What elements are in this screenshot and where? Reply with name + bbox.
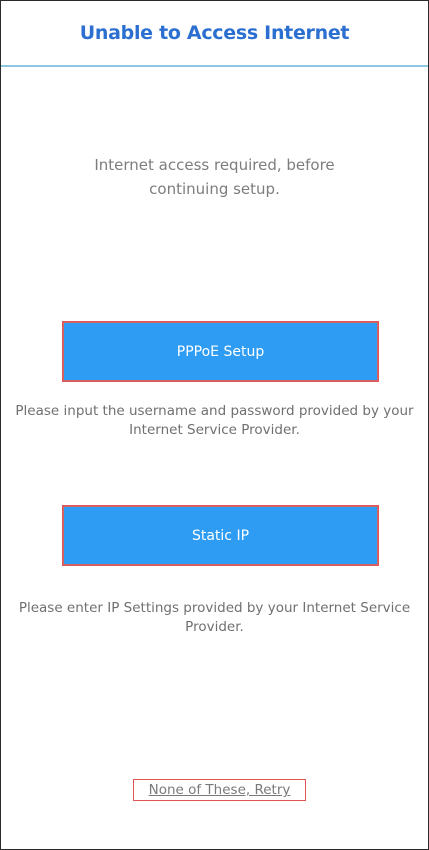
static-ip-button[interactable]: Static IP bbox=[62, 505, 379, 566]
pppoe-setup-button[interactable]: PPPoE Setup bbox=[62, 321, 379, 382]
page-title: Unable to Access Internet bbox=[79, 22, 350, 44]
header: Unable to Access Internet bbox=[1, 1, 428, 67]
internet-required-message: Internet access required, before continu… bbox=[94, 156, 335, 198]
setup-screen: Unable to Access Internet Internet acces… bbox=[0, 0, 429, 850]
retry-link[interactable]: None of These, Retry bbox=[133, 779, 306, 801]
pppoe-description: Please input the username and password p… bbox=[15, 403, 414, 438]
static-ip-description: Please enter IP Settings provided by you… bbox=[18, 600, 411, 635]
